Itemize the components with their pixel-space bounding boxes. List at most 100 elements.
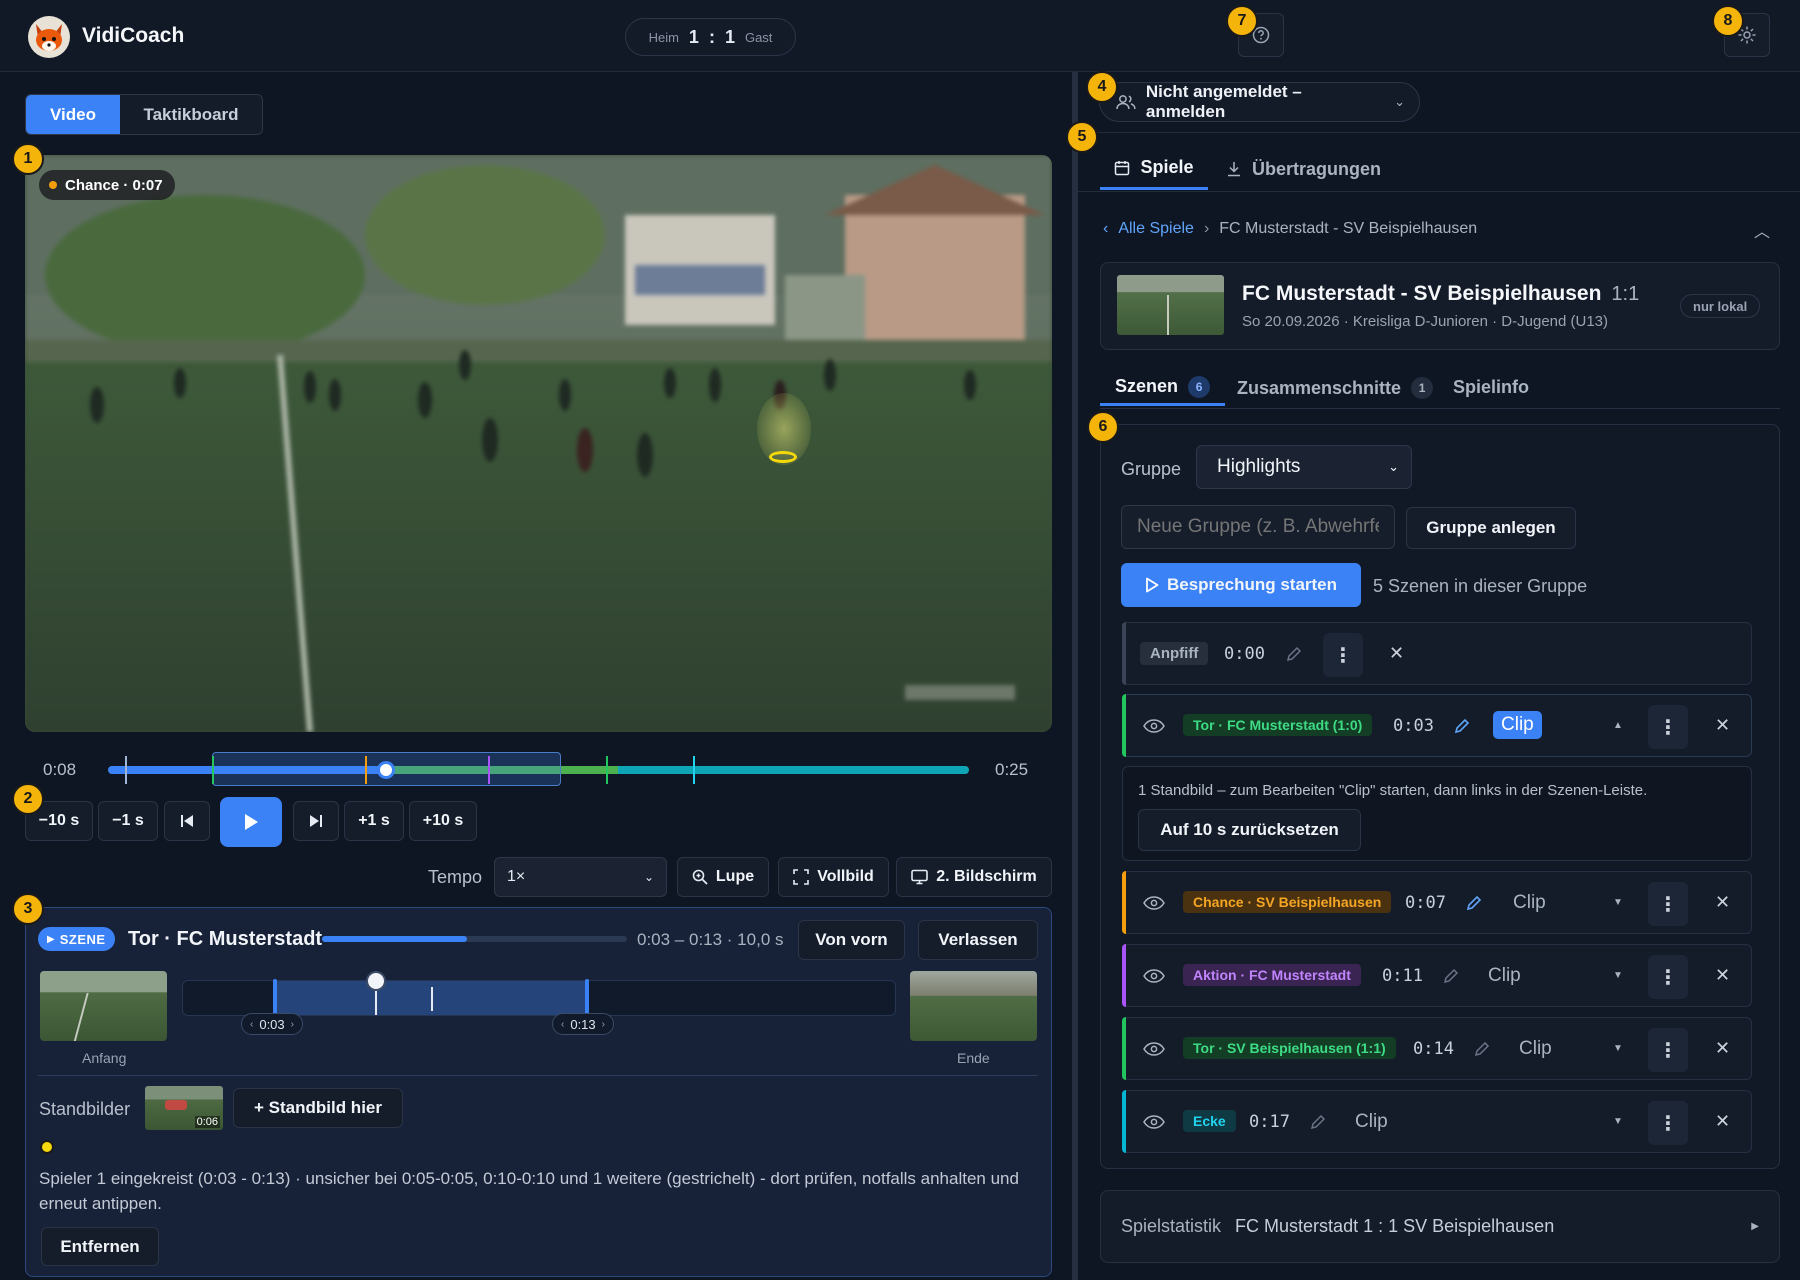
caret-down-icon[interactable]: ▼ bbox=[1613, 970, 1623, 981]
second-screen-button[interactable]: 2. Bildschirm bbox=[896, 857, 1052, 897]
scenes-count: 6 bbox=[1188, 375, 1211, 398]
collapse-chevron-icon[interactable]: ︿ bbox=[1754, 218, 1770, 242]
pane-divider[interactable] bbox=[1072, 72, 1078, 1280]
tempo-value: 1× bbox=[507, 868, 526, 885]
tab-scenes-label: Szenen bbox=[1115, 376, 1179, 396]
chevron-left-icon: ‹ bbox=[1103, 220, 1109, 237]
tab-scenes[interactable]: Szenen 6 bbox=[1100, 370, 1226, 406]
chevron-left-icon: ‹ bbox=[561, 1018, 565, 1030]
tab-cuts[interactable]: Zusammenschnitte 1 bbox=[1237, 370, 1434, 406]
edit-icon[interactable] bbox=[1453, 717, 1471, 735]
scene-row[interactable]: Aktion · FC Musterstadt 0:11 Clip ▼ ⋮ ✕ bbox=[1122, 944, 1752, 1007]
breadcrumb-back-link[interactable]: Alle Spiele bbox=[1118, 220, 1194, 238]
kickoff-row[interactable]: Anpfiff 0:00 ⋮ ✕ bbox=[1122, 622, 1752, 685]
scene-separator bbox=[38, 1075, 1038, 1076]
row-menu-button[interactable]: ⋮ bbox=[1648, 955, 1688, 999]
delete-icon[interactable]: ✕ bbox=[1715, 965, 1730, 986]
scene-end-thumbnail[interactable] bbox=[910, 971, 1037, 1041]
caret-up-icon[interactable]: ▲ bbox=[1613, 720, 1623, 731]
row-menu-button[interactable]: ⋮ bbox=[1648, 1028, 1688, 1072]
time-current: 0:08 bbox=[43, 760, 77, 779]
fullscreen-icon bbox=[793, 869, 810, 885]
clip-button[interactable]: Clip bbox=[1488, 965, 1521, 987]
timeline-scrubber[interactable] bbox=[108, 752, 969, 786]
clip-button[interactable]: Clip bbox=[1355, 1111, 1388, 1133]
app-logo bbox=[28, 16, 70, 58]
tab-info[interactable]: Spielinfo bbox=[1453, 377, 1529, 398]
row-menu-button[interactable]: ⋮ bbox=[1323, 633, 1363, 677]
prev-frame-button[interactable] bbox=[164, 801, 210, 841]
seek-forward-10-button[interactable]: +10 s bbox=[409, 801, 477, 841]
create-group-button[interactable]: Gruppe anlegen bbox=[1406, 507, 1576, 549]
trim-handle-end[interactable] bbox=[585, 979, 589, 1017]
edit-icon[interactable] bbox=[1442, 967, 1460, 985]
group-select[interactable]: Highlights ⌄ bbox=[1196, 445, 1412, 489]
login-button[interactable]: Nicht angemeldet – anmelden ⌄ bbox=[1099, 82, 1420, 122]
score-away-label: Gast bbox=[744, 29, 773, 45]
scene-row[interactable]: Tor · SV Beispielhausen (1:1) 0:14 Clip … bbox=[1122, 1017, 1752, 1080]
kickoff-time: 0:00 bbox=[1224, 644, 1265, 664]
scene-trim-track[interactable] bbox=[182, 971, 896, 1017]
delete-icon[interactable]: ✕ bbox=[1715, 1038, 1730, 1059]
trim-playhead-knob[interactable] bbox=[366, 971, 386, 991]
row-menu-button[interactable]: ⋮ bbox=[1648, 705, 1688, 749]
fullscreen-button[interactable]: Vollbild bbox=[778, 857, 889, 897]
seek-forward-1-button[interactable]: +1 s bbox=[344, 801, 404, 841]
tab-games[interactable]: Spiele bbox=[1100, 148, 1208, 190]
delete-icon[interactable]: ✕ bbox=[1715, 715, 1730, 736]
leave-scene-button[interactable]: Verlassen bbox=[918, 920, 1038, 960]
scene-start-thumbnail[interactable] bbox=[40, 971, 167, 1041]
scene-row[interactable]: Ecke 0:17 Clip ▼ ⋮ ✕ bbox=[1122, 1090, 1752, 1153]
scene-tag: Tor · FC Musterstadt (1:0) bbox=[1183, 714, 1373, 736]
still-thumbnail[interactable]: 0:06 bbox=[145, 1086, 223, 1130]
next-frame-button[interactable] bbox=[293, 801, 339, 841]
row-menu-button[interactable]: ⋮ bbox=[1648, 882, 1688, 926]
eye-icon[interactable] bbox=[1143, 969, 1165, 983]
calendar-icon bbox=[1115, 160, 1130, 175]
seek-back-1-button[interactable]: −1 s bbox=[98, 801, 158, 841]
callout-badge-5: 5 bbox=[1066, 121, 1098, 153]
eye-icon[interactable] bbox=[1143, 719, 1165, 733]
scene-row[interactable]: Tor · FC Musterstadt (1:0) 0:03 Clip ▲ ⋮… bbox=[1122, 694, 1752, 757]
play-button[interactable] bbox=[220, 797, 282, 847]
scene-row[interactable]: Chance · SV Beispielhausen 0:07 Clip ▼ ⋮… bbox=[1122, 871, 1752, 934]
delete-icon[interactable]: ✕ bbox=[1715, 892, 1730, 913]
caret-down-icon[interactable]: ▼ bbox=[1613, 1116, 1623, 1127]
add-still-button[interactable]: + Standbild hier bbox=[233, 1088, 403, 1128]
video-player[interactable]: Chance · 0:07 bbox=[25, 155, 1052, 732]
row-menu-button[interactable]: ⋮ bbox=[1648, 1101, 1688, 1145]
edit-icon[interactable] bbox=[1309, 1113, 1327, 1131]
playhead-knob[interactable] bbox=[377, 761, 395, 779]
remove-tracking-button[interactable]: Entfernen bbox=[41, 1227, 159, 1266]
delete-icon[interactable]: ✕ bbox=[1715, 1111, 1730, 1132]
start-review-button[interactable]: Besprechung starten bbox=[1121, 563, 1361, 607]
edit-icon[interactable] bbox=[1285, 645, 1303, 663]
trim-handle-start[interactable] bbox=[273, 979, 277, 1017]
trim-end-pill[interactable]: ‹ 0:13 › bbox=[552, 1013, 614, 1035]
new-group-input[interactable] bbox=[1121, 505, 1395, 549]
tab-video[interactable]: Video bbox=[26, 95, 120, 134]
reset-duration-button[interactable]: Auf 10 s zurücksetzen bbox=[1138, 809, 1361, 851]
edit-icon[interactable] bbox=[1473, 1040, 1491, 1058]
play-small-icon: ▶ bbox=[47, 933, 55, 945]
trim-start-pill[interactable]: ‹ 0:03 › bbox=[241, 1013, 303, 1035]
clip-button-active[interactable]: Clip bbox=[1493, 711, 1542, 739]
eye-icon[interactable] bbox=[1143, 1042, 1165, 1056]
delete-icon[interactable]: ✕ bbox=[1389, 643, 1404, 664]
tab-transfers[interactable]: Übertragungen bbox=[1226, 148, 1381, 190]
tab-taktikboard[interactable]: Taktikboard bbox=[120, 95, 262, 134]
match-stats-row[interactable]: Spielstatistik FC Musterstadt 1 : 1 SV B… bbox=[1100, 1190, 1780, 1263]
eye-icon[interactable] bbox=[1143, 1115, 1165, 1129]
scene-detail-panel: 1 Standbild – zum Bearbeiten "Clip" star… bbox=[1122, 766, 1752, 861]
tab-transfers-label: Übertragungen bbox=[1252, 158, 1382, 179]
caret-down-icon[interactable]: ▼ bbox=[1613, 897, 1623, 908]
clip-button[interactable]: Clip bbox=[1513, 892, 1546, 914]
clip-button[interactable]: Clip bbox=[1519, 1038, 1552, 1060]
restart-scene-button[interactable]: Von vorn bbox=[798, 920, 905, 960]
magnifier-button[interactable]: Lupe bbox=[677, 857, 769, 897]
caret-down-icon[interactable]: ▼ bbox=[1613, 1043, 1623, 1054]
subtabs-separator bbox=[1100, 408, 1780, 409]
eye-icon[interactable] bbox=[1143, 896, 1165, 910]
edit-icon[interactable] bbox=[1465, 894, 1483, 912]
tempo-select[interactable]: 1× ⌄ bbox=[494, 857, 667, 897]
